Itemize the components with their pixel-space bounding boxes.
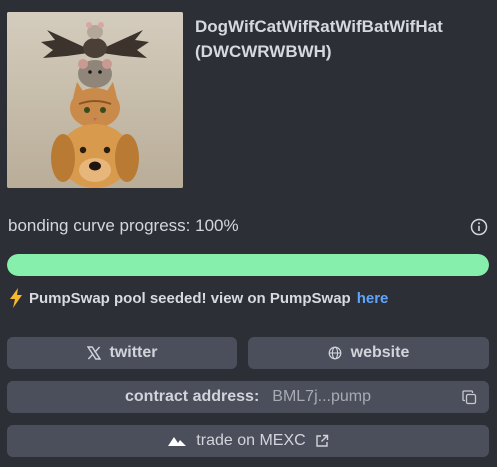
contract-address-value: BML7j...pump xyxy=(272,388,371,405)
mexc-logo-icon xyxy=(168,437,187,446)
external-link-icon xyxy=(315,434,328,447)
trade-on-mexc-button[interactable]: trade on MEXC xyxy=(7,425,489,457)
token-title: DogWifCatWifRatWifBatWifHat (DWCWRWBWH) xyxy=(195,14,495,64)
twitter-button[interactable]: twitter xyxy=(7,337,237,369)
trade-on-mexc-label: trade on MEXC xyxy=(196,432,306,449)
lightning-bolt-icon xyxy=(10,288,22,308)
token-image xyxy=(7,12,183,188)
contract-address-button[interactable]: contract address: BML7j...pump xyxy=(7,381,489,413)
x-logo-icon xyxy=(86,346,101,360)
info-icon[interactable] xyxy=(470,218,488,236)
copy-icon[interactable] xyxy=(462,390,477,405)
pool-status: PumpSwap pool seeded! view on PumpSwap h… xyxy=(9,288,388,308)
token-name: DogWifCatWifRatWifBatWifHat xyxy=(195,17,443,36)
pumpswap-link[interactable]: here xyxy=(357,290,389,307)
website-button[interactable]: website xyxy=(248,337,489,369)
contract-address-label: contract address: xyxy=(125,388,260,405)
bonding-curve-label: bonding curve progress: 100% xyxy=(8,216,239,235)
token-illustration xyxy=(7,12,183,188)
progress-fill xyxy=(7,254,489,276)
bonding-curve-progress-bar xyxy=(7,254,489,276)
pool-status-text: PumpSwap pool seeded! view on PumpSwap xyxy=(29,289,351,307)
twitter-label: twitter xyxy=(109,344,158,361)
website-label: website xyxy=(350,344,410,361)
token-ticker: (DWCWRWBWH) xyxy=(195,42,332,61)
globe-icon xyxy=(328,346,342,360)
